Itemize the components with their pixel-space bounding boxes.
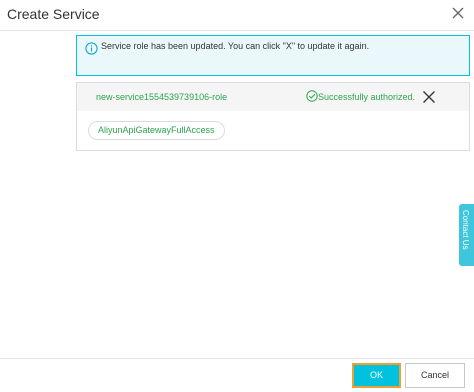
dialog-header: Create Service <box>0 0 474 31</box>
create-service-dialog: Create Service Service role has been upd… <box>0 0 474 392</box>
cancel-button[interactable]: Cancel <box>405 363 465 388</box>
role-panel: new-service1554539739106-role Successful… <box>76 82 470 151</box>
role-name: new-service1554539739106-role <box>96 92 228 102</box>
ok-button[interactable]: OK <box>352 363 401 388</box>
contact-us-label: Contact Us <box>461 210 470 250</box>
check-circle-icon <box>306 90 318 102</box>
role-panel-header: new-service1554539739106-role Successful… <box>77 83 469 111</box>
info-banner: Service role has been updated. You can c… <box>76 35 470 76</box>
dialog-title: Create Service <box>7 6 100 22</box>
contact-us-tab[interactable]: Contact Us <box>459 204 474 266</box>
info-icon <box>85 42 98 55</box>
authorization-status: Successfully authorized. <box>318 92 416 102</box>
info-text: Service role has been updated. You can c… <box>101 41 370 51</box>
close-icon[interactable] <box>451 6 465 20</box>
policy-tag: AliyunApiGatewayFullAccess <box>88 121 225 140</box>
revoke-role-close-icon[interactable] <box>422 90 436 104</box>
dialog-footer: OK Cancel <box>0 358 474 392</box>
